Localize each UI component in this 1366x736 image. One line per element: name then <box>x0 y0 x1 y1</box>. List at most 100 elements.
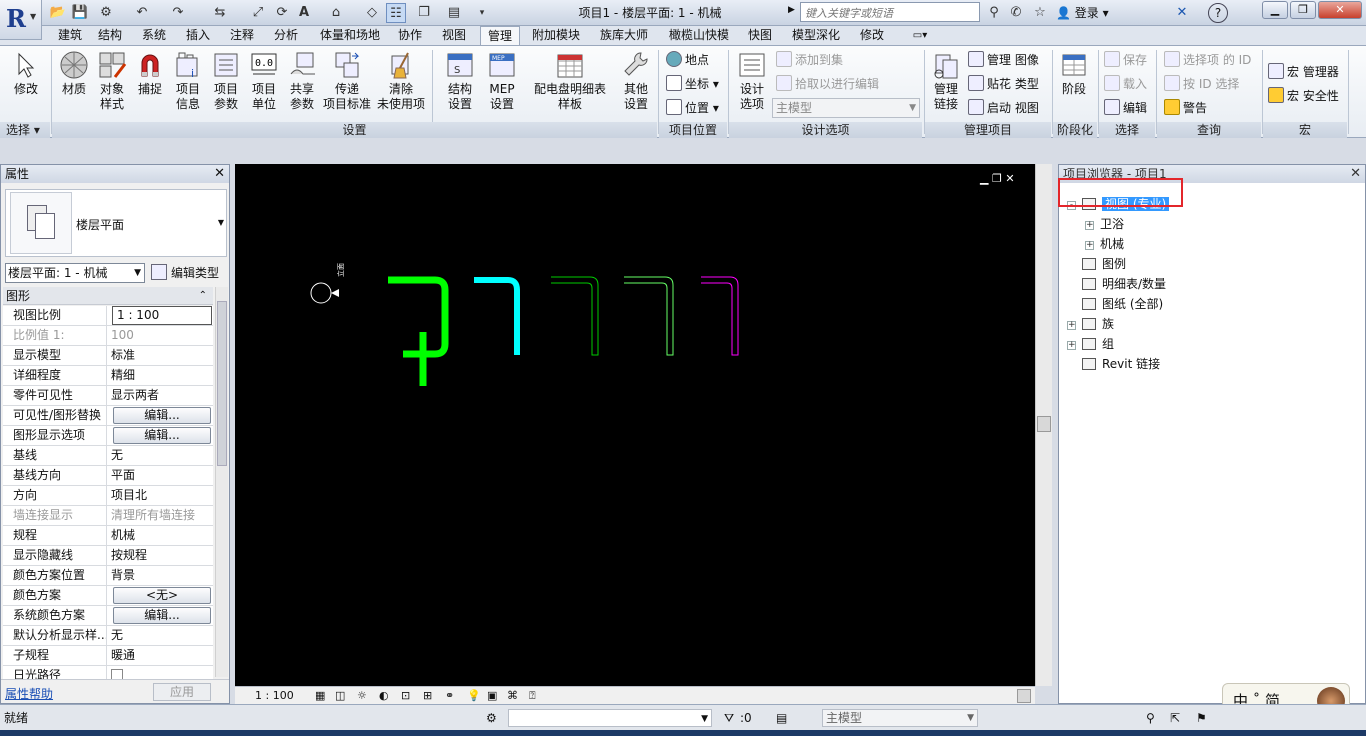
project-information-button[interactable]: i 项目 信息 <box>168 50 208 112</box>
tab-structure[interactable]: 结构 <box>92 26 128 46</box>
purge-unused-button[interactable]: 清除 未使用项 <box>374 50 428 112</box>
property-value[interactable]: 编辑... <box>109 606 213 626</box>
worksets-icon[interactable]: ⚙ <box>486 705 497 731</box>
property-value[interactable]: 暖通 <box>109 646 213 666</box>
tab-analyze[interactable]: 分析 <box>268 26 304 46</box>
vertical-scrollbar[interactable] <box>1035 164 1052 686</box>
tree-node[interactable]: Revit 链接 <box>1067 355 1160 373</box>
lock-3d-icon[interactable]: ▣ <box>487 688 497 704</box>
select-links-icon[interactable]: ⚲ <box>1146 705 1155 731</box>
duct-green-outline-1[interactable] <box>551 276 599 356</box>
search-input[interactable]: 键入关键字或短语 <box>800 2 980 22</box>
analytical-model-icon[interactable]: ⌘ <box>507 688 518 704</box>
open-icon[interactable]: 📂 <box>48 3 68 23</box>
application-menu-button[interactable]: R ▼ <box>0 0 42 40</box>
crop-view-icon[interactable]: ⊡ <box>401 688 410 704</box>
close-view-icon[interactable]: ✕ <box>1005 172 1014 185</box>
reveal-hidden-icon[interactable]: 💡 <box>467 688 481 704</box>
minimize-view-icon[interactable]: ▁ <box>980 172 988 185</box>
structural-settings-button[interactable]: S 结构 设置 <box>440 50 480 112</box>
property-value[interactable]: 1 : 100 <box>109 306 213 326</box>
manage-links-button[interactable]: 管理 链接 <box>926 50 966 112</box>
design-options-button[interactable]: 设计 选项 <box>732 50 772 112</box>
shared-parameters-button[interactable]: 共享 参数 <box>282 50 322 112</box>
elevation-marker[interactable] <box>310 282 332 304</box>
property-edit-button[interactable]: 编辑... <box>113 607 211 624</box>
close-hidden-windows-icon[interactable]: ❐ <box>414 3 434 23</box>
align-icon[interactable]: ⇆ <box>210 3 230 23</box>
property-value[interactable]: 平面 <box>109 466 213 486</box>
property-value[interactable]: 机械 <box>109 526 213 546</box>
tab-systems[interactable]: 系统 <box>136 26 172 46</box>
property-value[interactable]: 编辑... <box>109 406 213 426</box>
tab-annotate[interactable]: 注释 <box>224 26 260 46</box>
tab-family-library[interactable]: 族库大师 <box>594 26 654 46</box>
detail-level-icon[interactable]: ▦ <box>315 688 325 704</box>
position-button[interactable]: 位置 ▾ <box>666 98 719 118</box>
visual-style-icon[interactable]: ◫ <box>335 688 345 704</box>
property-value[interactable]: 无 <box>109 446 213 466</box>
tree-node[interactable]: 明细表/数量 <box>1067 275 1166 293</box>
favorites-icon[interactable]: ☆ <box>1030 3 1050 23</box>
tree-node[interactable]: + 族 <box>1067 315 1114 333</box>
type-selector[interactable]: 楼层平面 ▼ <box>5 189 227 257</box>
binoculars-icon[interactable]: ⚲ <box>984 3 1004 23</box>
object-styles-button[interactable]: 对象 样式 <box>92 50 132 112</box>
restore-button[interactable]: ❐ <box>1290 1 1316 19</box>
property-input[interactable]: 1 : 100 <box>112 306 212 325</box>
property-value[interactable]: 按规程 <box>109 546 213 566</box>
text-icon[interactable]: A <box>294 3 314 23</box>
starting-view-button[interactable]: 启动 视图 <box>968 98 1039 118</box>
property-value[interactable]: 背景 <box>109 566 213 586</box>
highlight-displacement-icon[interactable]: ⍰ <box>529 688 536 704</box>
close-icon[interactable]: ✕ <box>214 166 225 182</box>
property-edit-button[interactable]: 编辑... <box>113 427 211 444</box>
macro-security-button[interactable]: 宏 安全性 <box>1268 86 1339 106</box>
design-option-icon[interactable]: ▤ <box>776 705 787 731</box>
workset-combo[interactable]: ▼ <box>508 709 712 727</box>
scrollbar-thumb[interactable] <box>1017 689 1031 703</box>
project-units-button[interactable]: 0.0 项目 单位 <box>244 50 284 112</box>
user-login[interactable]: 👤 登录 ▾ <box>1056 4 1109 21</box>
dimension-icon[interactable]: ⟳ <box>272 3 292 23</box>
coordinates-button[interactable]: 坐标 ▾ <box>666 74 719 94</box>
temporary-hide-icon[interactable]: ⚭ <box>445 688 454 704</box>
select-underlay-icon[interactable]: ⇱ <box>1170 705 1180 731</box>
properties-scrollbar[interactable] <box>215 287 228 677</box>
property-value[interactable]: 编辑... <box>109 426 213 446</box>
property-value[interactable]: <无> <box>109 586 213 606</box>
close-window-button[interactable]: ✕ <box>1318 1 1362 19</box>
sun-path-icon[interactable]: ☼ <box>357 688 367 704</box>
exchange-apps-icon[interactable]: ✕ <box>1172 3 1192 23</box>
property-group-header[interactable]: 图形 ⌃ <box>3 287 213 305</box>
3d-view-icon[interactable]: ⌂ <box>326 3 346 23</box>
property-edit-button[interactable]: <无> <box>113 587 211 604</box>
property-edit-button[interactable]: 编辑... <box>113 407 211 424</box>
expand-icon[interactable]: + <box>1067 341 1076 350</box>
view-scale[interactable]: 1 : 100 <box>255 688 294 704</box>
location-button[interactable]: 地点 <box>666 50 709 70</box>
snaps-button[interactable]: 捕捉 <box>130 50 170 97</box>
mep-settings-button[interactable]: MEP MEP 设置 <box>482 50 522 112</box>
tab-quick-view[interactable]: 快图 <box>742 26 778 46</box>
scrollbar-thumb[interactable] <box>217 301 227 466</box>
manage-images-button[interactable]: 管理 图像 <box>968 50 1039 70</box>
phases-button[interactable]: 阶段 <box>1054 50 1094 97</box>
panel-schedule-templates-button[interactable]: 配电盘明细表 样板 <box>530 50 610 112</box>
switch-windows-icon[interactable]: ▤ <box>444 3 464 23</box>
additional-settings-button[interactable]: 其他 设置 <box>616 50 656 112</box>
undo-icon[interactable]: ↶ <box>132 3 152 23</box>
measure-icon[interactable]: ⤢ <box>248 3 268 23</box>
chevron-right-icon[interactable]: ▶ <box>788 5 795 15</box>
qat-customize-icon[interactable]: ▾ <box>472 3 492 23</box>
filter-icon[interactable]: ⛛ <box>724 705 734 731</box>
decal-types-button[interactable]: 贴花 类型 <box>968 74 1039 94</box>
tab-olive-mountain[interactable]: 橄榄山快模 <box>664 26 734 46</box>
show-crop-icon[interactable]: ⊞ <box>423 688 432 704</box>
drawing-canvas[interactable]: 立面 <box>235 164 1035 686</box>
edit-selection-button[interactable]: 编辑 <box>1104 98 1147 118</box>
status-design-option-combo[interactable]: 主模型 ▼ <box>822 709 978 727</box>
project-parameters-button[interactable]: 项目 参数 <box>206 50 246 112</box>
tab-architecture[interactable]: 建筑 <box>52 26 88 46</box>
ids-of-selection-button[interactable]: 选择项 的 ID <box>1164 50 1251 70</box>
